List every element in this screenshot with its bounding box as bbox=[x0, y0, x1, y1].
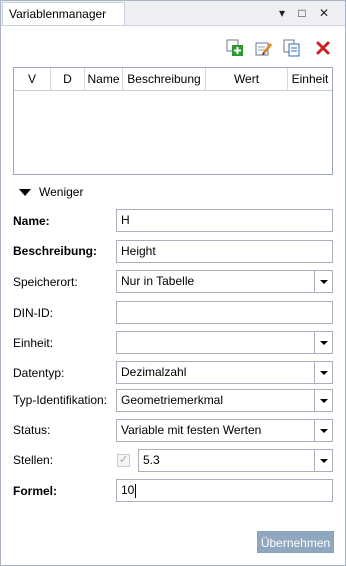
beschreibung-input[interactable]: Height bbox=[116, 240, 333, 263]
name-input[interactable]: H bbox=[116, 209, 333, 232]
formel-input[interactable]: 10 bbox=[116, 479, 333, 502]
stellen-value: 5.3 bbox=[143, 453, 160, 467]
column-header-d[interactable]: D bbox=[51, 68, 85, 90]
details-toggle[interactable]: Weniger bbox=[19, 184, 83, 200]
beschreibung-label: Beschreibung: bbox=[13, 244, 98, 258]
din-id-label: DIN-ID: bbox=[13, 306, 53, 320]
status-select[interactable]: Variable mit festen Werten bbox=[116, 419, 333, 442]
chevron-down-icon bbox=[319, 428, 328, 433]
copy-variable-icon bbox=[283, 39, 300, 57]
panel-menu-chevron-icon[interactable]: ▾ bbox=[274, 5, 290, 21]
stellen-dropdown-button[interactable] bbox=[314, 450, 332, 471]
stellen-select[interactable]: 5.3 bbox=[138, 449, 333, 472]
column-header-beschreibung[interactable]: Beschreibung bbox=[123, 68, 206, 90]
details-toggle-label: Weniger bbox=[39, 185, 84, 199]
variables-table[interactable]: V D Name Beschreibung Wert Einheit bbox=[13, 67, 333, 175]
speicherort-value: Nur in Tabelle bbox=[121, 274, 195, 288]
column-header-name[interactable]: Name bbox=[85, 68, 123, 90]
chevron-down-icon bbox=[319, 279, 328, 284]
datentyp-label: Datentyp: bbox=[13, 366, 65, 380]
status-dropdown-button[interactable] bbox=[314, 420, 332, 441]
edit-variable-icon bbox=[255, 42, 272, 56]
panel-title: Variablenmanager bbox=[9, 7, 107, 21]
chevron-down-icon bbox=[319, 398, 328, 403]
close-icon[interactable]: ✕ bbox=[316, 5, 332, 21]
typ-identifikation-select[interactable]: Geometriemerkmal bbox=[116, 389, 333, 412]
formel-value: 10 bbox=[121, 483, 135, 497]
add-variable-icon bbox=[226, 39, 243, 56]
add-variable-button[interactable] bbox=[226, 39, 244, 57]
name-label: Name: bbox=[13, 214, 50, 228]
apply-button[interactable]: Übernehmen bbox=[257, 531, 334, 553]
edit-variable-button[interactable] bbox=[255, 39, 273, 57]
text-cursor bbox=[135, 483, 137, 498]
einheit-dropdown-button[interactable] bbox=[314, 332, 332, 353]
datentyp-value: Dezimalzahl bbox=[121, 365, 187, 379]
stellen-label: Stellen: bbox=[13, 453, 54, 467]
delete-variable-button[interactable] bbox=[314, 39, 332, 57]
stellen-checkbox[interactable]: ✓ bbox=[117, 454, 130, 467]
din-id-input[interactable] bbox=[116, 301, 333, 324]
column-header-v[interactable]: V bbox=[14, 68, 51, 90]
einheit-select[interactable] bbox=[116, 331, 333, 354]
table-header: V D Name Beschreibung Wert Einheit bbox=[14, 68, 332, 91]
speicherort-label: Speicherort: bbox=[13, 275, 78, 289]
column-header-einheit[interactable]: Einheit bbox=[288, 68, 332, 90]
status-label: Status: bbox=[13, 423, 51, 437]
datentyp-select[interactable]: Dezimalzahl bbox=[116, 361, 333, 384]
chevron-down-icon bbox=[319, 340, 328, 345]
variable-manager-panel: Variablenmanager ▾ □ ✕ V D Name Beschrei… bbox=[0, 0, 346, 566]
speicherort-select[interactable]: Nur in Tabelle bbox=[116, 270, 333, 293]
typ-identifikation-value: Geometriemerkmal bbox=[121, 393, 224, 407]
datentyp-dropdown-button[interactable] bbox=[314, 362, 332, 383]
typ-identifikation-label: Typ-Identifikation: bbox=[13, 393, 108, 407]
collapse-triangle-icon bbox=[19, 188, 31, 196]
delete-variable-icon bbox=[316, 41, 330, 55]
column-header-wert[interactable]: Wert bbox=[206, 68, 288, 90]
copy-variable-button[interactable] bbox=[283, 39, 301, 57]
einheit-label: Einheit: bbox=[13, 336, 54, 350]
chevron-down-icon bbox=[319, 458, 328, 463]
formel-label: Formel: bbox=[13, 484, 58, 498]
status-value: Variable mit festen Werten bbox=[121, 423, 262, 437]
speicherort-dropdown-button[interactable] bbox=[314, 271, 332, 292]
panel-tab[interactable]: Variablenmanager bbox=[2, 2, 125, 25]
panel-tabstrip: Variablenmanager ▾ □ ✕ bbox=[1, 1, 345, 26]
typ-identifikation-dropdown-button[interactable] bbox=[314, 390, 332, 411]
maximize-icon[interactable]: □ bbox=[294, 5, 310, 21]
chevron-down-icon bbox=[319, 370, 328, 375]
